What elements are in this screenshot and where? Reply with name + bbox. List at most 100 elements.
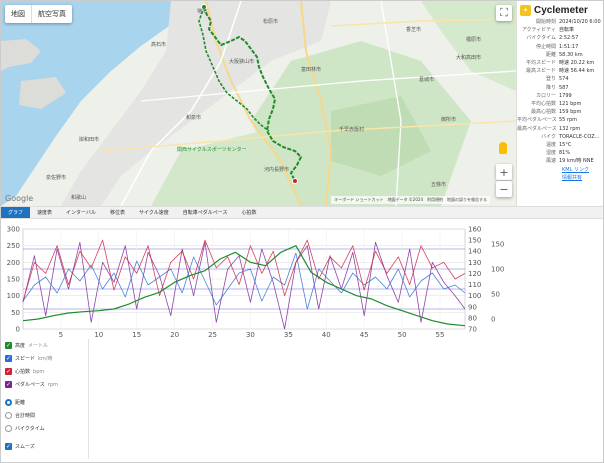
info-row: 風速 19 km/時 NNE (517, 157, 603, 165)
place-label: 葛城市 (419, 76, 434, 83)
checkbox-icon[interactable]: ✓ (5, 342, 12, 349)
map-type-roadmap-button[interactable]: 地図 (5, 5, 32, 23)
smooth-label: スムーズ (15, 444, 35, 450)
info-row: 最高スピード 時速 56.44 km (517, 67, 603, 75)
info-row: 湿度 81% (517, 149, 603, 157)
route-map[interactable]: 堺市 松原市 大阪狭山市 富田林市 河内長野市 和泉市 岸和田市 香芝市 葛城市… (1, 1, 516, 206)
y2-tick-label: 110 (468, 281, 481, 289)
y2-tick-label: 80 (468, 314, 477, 322)
tab-5[interactable]: 自転車ペダルペース (176, 207, 235, 218)
x-tick-label: 45 (360, 331, 369, 339)
legend-series-list: ✓ 高度 メートル ✓ スピード km/時 ✓ 心拍数 bpm ✓ ペダルペース rpm (5, 339, 88, 391)
y2-tick-label: 90 (468, 303, 477, 311)
tab-0[interactable]: グラフ (1, 207, 31, 218)
info-key: 開始時刻 (535, 19, 556, 25)
legend-label: スピード (15, 356, 36, 362)
place-label: 五條市 (431, 181, 446, 188)
chart-svg[interactable]: 0 50 100 150 200 250 300 5 10 15 20 25 30 35 40 45 50 55 7… (1, 221, 604, 340)
google-logo: Google (5, 194, 34, 203)
legend-series-item[interactable]: ✓ 心拍数 bpm (5, 365, 88, 378)
legend-label: 心拍数 (15, 369, 31, 375)
info-key: 平均心拍数 (530, 101, 556, 108)
place-label: 橿原市 (466, 36, 481, 43)
legend-unit: rpm (47, 381, 58, 388)
info-row: 平均スピード 時速 20.22 km (517, 59, 603, 67)
info-header: ✦ Cyclemeter (517, 1, 603, 18)
fullscreen-button[interactable]: ⛶ (496, 5, 512, 21)
checkbox-icon[interactable]: ✓ (5, 355, 12, 362)
info-value: 81% (559, 150, 571, 157)
info-value: 2024/10/20 6:00 (559, 19, 601, 25)
info-stats-list: 開始時刻 2024/10/20 6:00 アクティビティ 自転車 バイクタイム 2:52:… (517, 18, 603, 166)
info-row: 開始時刻 2024/10/20 6:00 (517, 18, 603, 26)
radio-icon[interactable] (5, 425, 12, 432)
smooth-toggle[interactable]: ✓ スムーズ (5, 440, 88, 453)
info-value: 15°C (559, 142, 572, 149)
info-value: 1:51:17 (559, 43, 579, 50)
y2-tick-label: 120 (468, 270, 481, 278)
map-type-satellite-button[interactable]: 航空写真 (32, 5, 72, 23)
legend-unit: メートル (28, 343, 49, 349)
street-view-pegman-icon[interactable] (499, 142, 507, 154)
info-value: 587 (559, 84, 569, 91)
checkbox-icon[interactable]: ✓ (5, 368, 12, 375)
axis-option[interactable]: 合計時間 (5, 409, 88, 422)
share-link[interactable]: 情報共有 (517, 174, 603, 182)
checkbox-icon[interactable]: ✓ (5, 443, 12, 450)
legend-label: ペダルペース (15, 382, 45, 388)
legend-series-item[interactable]: ✓ ペダルペース rpm (5, 378, 88, 391)
y-tick-label: 150 (7, 276, 20, 284)
axis-option[interactable]: 距離 (5, 396, 88, 409)
info-key: バイク (541, 133, 556, 140)
info-key: 最高ペダルペース (517, 125, 557, 132)
tab-2[interactable]: インターバル (59, 207, 103, 218)
x-tick-label: 25 (208, 331, 217, 339)
tab-4[interactable]: サイクル速度 (132, 207, 176, 218)
info-row: 距離 58.30 km (517, 51, 603, 59)
info-key: 最高スピード (525, 68, 556, 75)
y2-tick-label: 130 (468, 259, 481, 267)
info-value: 58.30 km (559, 51, 583, 58)
zoom-in-button[interactable]: + (496, 164, 512, 180)
legend-unit: bpm (33, 368, 45, 375)
info-row: アクティビティ 自転車 (517, 26, 603, 34)
info-key: 距離 (545, 51, 556, 58)
tab-3[interactable]: 移位表 (103, 207, 132, 218)
legend-series-item[interactable]: ✓ 高度 メートル (5, 339, 88, 352)
x-tick-label: 55 (436, 331, 445, 339)
place-label: 富田林市 (301, 66, 321, 73)
info-row: 最高心拍数 159 bpm (517, 108, 603, 116)
zoom-out-button[interactable]: − (496, 181, 512, 197)
y3-tick-label: 50 (491, 291, 500, 299)
info-key: バイクタイム (526, 35, 556, 42)
tab-6[interactable]: 心拍数 (235, 207, 264, 218)
info-key: 登り (545, 76, 556, 83)
y3-tick-label: 150 (491, 241, 504, 249)
map-canvas[interactable]: 堺市 松原市 大阪狭山市 富田林市 河内長野市 和泉市 岸和田市 香芝市 葛城市… (1, 1, 516, 206)
radio-icon[interactable] (5, 399, 12, 406)
info-row: 登り 574 (517, 75, 603, 83)
info-row: 温度 15°C (517, 141, 603, 149)
x-tick-label: 40 (322, 331, 331, 339)
activity-info-panel: ✦ Cyclemeter 開始時刻 2024/10/20 6:00 アクティビティ自… (516, 1, 603, 206)
info-key: 降り (545, 84, 556, 91)
map-type-switch: 地図 航空写真 (5, 5, 72, 23)
info-key: 湿度 (545, 150, 556, 157)
axis-option[interactable]: バイクタイム (5, 422, 88, 435)
y-tick-label: 0 (16, 326, 20, 334)
map-attribution[interactable]: キーボード ショートカット 地図データ ©2024 利用規約 地図の誤りを報告す… (331, 196, 490, 204)
info-value: 55 rpm (559, 117, 578, 124)
activity-chart[interactable]: 0 50 100 150 200 250 300 5 10 15 20 25 30 35 40 45 50 55 7… (1, 221, 604, 340)
chart-legend: ✓ 高度 メートル ✓ スピード km/時 ✓ 心拍数 bpm ✓ ペダルペース rpm 距離 合計時間… (5, 339, 89, 459)
kml-link[interactable]: KML リンク (517, 166, 603, 174)
legend-series-item[interactable]: ✓ スピード km/時 (5, 352, 88, 365)
x-tick-label: 30 (246, 331, 255, 339)
tab-1[interactable]: 速度表 (30, 207, 59, 218)
place-label: 御所市 (441, 116, 456, 123)
info-value: 1799 (559, 92, 572, 99)
info-value: 自転車 (559, 27, 575, 34)
radio-icon[interactable] (5, 412, 12, 419)
checkbox-icon[interactable]: ✓ (5, 381, 12, 388)
info-key: カロリー (535, 92, 556, 99)
view-tabs: グラフ 速度表 インターバル 移位表 サイクル速度 自転車ペダルペース 心拍数 (1, 206, 603, 219)
